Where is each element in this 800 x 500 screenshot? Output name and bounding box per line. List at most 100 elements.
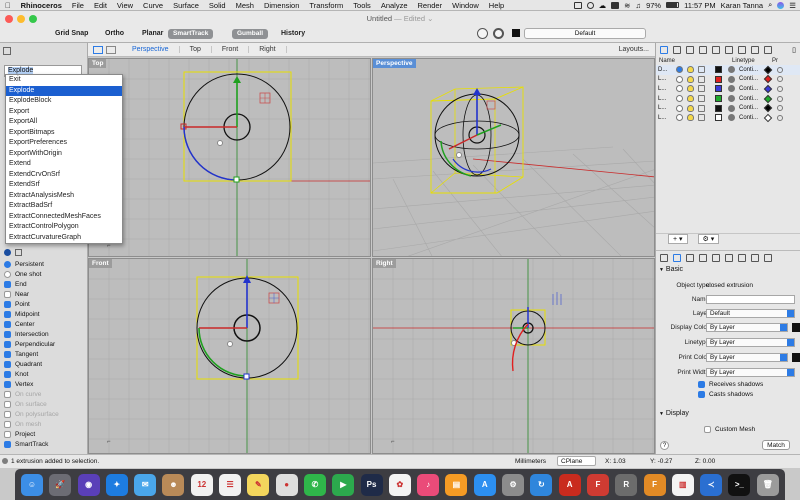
volume-icon[interactable]: ♫ (635, 1, 641, 10)
single-view-layout-icon[interactable] (106, 45, 116, 54)
viewport-top[interactable]: Top ⌐ (88, 58, 371, 257)
rotation-arc-red[interactable] (511, 323, 529, 372)
osnap-checkbox[interactable] (4, 290, 11, 298)
current-layer-icon[interactable] (676, 66, 683, 74)
command-option[interactable]: ExportPreferences (6, 138, 122, 149)
command-option[interactable]: ExtractCurvatureGraph (6, 233, 122, 244)
layers-tab-icon[interactable] (660, 46, 668, 54)
named-views-tab-icon-2[interactable] (751, 253, 759, 262)
casts-shadows-checkbox[interactable] (698, 391, 705, 398)
osnap-midpoint[interactable]: Midpoint (4, 309, 86, 319)
planar-toggle[interactable]: Planar (142, 30, 163, 37)
osnap-checkbox[interactable] (4, 320, 11, 328)
receives-shadows-option[interactable]: Receives shadows (698, 381, 763, 388)
receives-shadows-checkbox[interactable] (698, 381, 705, 388)
osnap-on-polysurface[interactable]: On polysurface (4, 409, 86, 419)
menu-file[interactable]: File (67, 1, 89, 10)
basic-section-header[interactable]: ▼ Basic (659, 266, 683, 273)
itunes-icon[interactable]: ♪ (417, 473, 440, 496)
layer-linetype[interactable]: Conti... (739, 115, 761, 121)
files-icon[interactable]: ▥ (671, 473, 694, 496)
ibooks-icon[interactable]: ▤ (445, 473, 468, 496)
battery-icon[interactable] (666, 2, 680, 8)
siri-icon[interactable] (777, 1, 785, 9)
layer-linetype[interactable]: Conti... (739, 67, 761, 73)
layer-print-width-icon[interactable] (777, 105, 783, 112)
display-tab-icon[interactable] (712, 46, 720, 54)
layer-visibility-icon[interactable] (687, 104, 694, 112)
layer-material-icon[interactable] (728, 114, 735, 122)
osnap-near[interactable]: Near (4, 289, 86, 299)
current-layer-dropdown[interactable]: Default (524, 28, 646, 39)
ortho-toggle[interactable]: Ortho (105, 30, 124, 37)
gumball-toggle[interactable]: Gumball (232, 29, 269, 39)
viewport-label[interactable]: Top (89, 59, 107, 68)
reminders-icon[interactable]: ☰ (219, 473, 242, 496)
osnap-quadrant[interactable]: Quadrant (4, 359, 86, 369)
layer-visibility-icon[interactable] (687, 85, 694, 93)
render-tab-icon[interactable] (738, 46, 746, 54)
layer-print-color[interactable] (763, 84, 773, 94)
osnap-mode-persistent[interactable]: Persistent (4, 259, 86, 269)
menu-tools[interactable]: Tools (348, 1, 376, 10)
print-color-dropdown[interactable]: By Layer (706, 353, 788, 362)
viewport-right[interactable]: Right ⌐ (372, 258, 655, 454)
siri-icon[interactable]: ◉ (77, 473, 100, 496)
layer-row[interactable]: L... Conti... (656, 113, 800, 123)
tab-right[interactable]: Right (249, 46, 287, 53)
current-layer-icon[interactable] (676, 95, 683, 103)
layer-color-swatch[interactable] (715, 114, 722, 122)
layer-material-icon[interactable] (728, 85, 735, 93)
help-button[interactable]: ? (660, 441, 669, 450)
osnap-checkbox[interactable] (4, 300, 11, 308)
menu-help[interactable]: Help (484, 1, 509, 10)
layouts-button[interactable]: Layouts... (619, 46, 655, 53)
current-layer-icon[interactable] (676, 85, 683, 93)
spotlight-icon[interactable]: ⌕ (768, 0, 772, 10)
layer-name[interactable]: L... (658, 105, 676, 111)
layer-print-color[interactable] (763, 65, 773, 75)
layer-linetype[interactable]: Conti... (739, 105, 761, 111)
command-option[interactable]: Extend (6, 159, 122, 170)
layer-lock-icon[interactable] (698, 114, 705, 122)
osnap-panel-icon[interactable] (4, 249, 11, 256)
print-width-dropdown[interactable]: By Layer (706, 368, 795, 377)
sync-icon[interactable]: ↻ (530, 473, 553, 496)
viewport-perspective[interactable]: Perspective (372, 58, 655, 257)
gumball-scale-dot[interactable] (227, 341, 233, 347)
osnap-on-curve[interactable]: On curve (4, 389, 86, 399)
trash-icon[interactable]: 🗑 (756, 473, 779, 496)
layer-row[interactable]: L... Conti... (656, 84, 800, 94)
layer-row[interactable]: D... Conti... (656, 65, 800, 75)
add-layer-button[interactable]: + ▾ (668, 234, 688, 244)
plane-handle-cross[interactable] (269, 293, 279, 303)
facetime-icon[interactable]: ▶ (332, 473, 355, 496)
gumball-handle-bottom[interactable] (243, 373, 250, 380)
menu-view[interactable]: View (112, 1, 138, 10)
custom-mesh-option[interactable]: Custom Mesh (704, 426, 755, 433)
layer-name[interactable]: L... (658, 115, 676, 121)
acrobat-icon[interactable]: A (558, 473, 581, 496)
menu-dimension[interactable]: Dimension (259, 1, 304, 10)
layer-linetype[interactable]: Conti... (739, 86, 761, 92)
osnap-checkbox[interactable] (4, 410, 11, 418)
command-option[interactable]: Exit (6, 75, 122, 86)
osnap-checkbox[interactable] (4, 360, 11, 368)
menu-transform[interactable]: Transform (304, 1, 348, 10)
chrome-icon[interactable]: ● (275, 473, 298, 496)
layer-material-icon[interactable] (728, 95, 735, 103)
layer-print-width-icon[interactable] (777, 76, 783, 83)
layer-lock-icon[interactable] (698, 95, 705, 103)
layer-visibility-icon[interactable] (687, 75, 694, 83)
command-option[interactable]: ExtractBadSrf (6, 201, 122, 212)
history-toggle[interactable]: History (281, 30, 305, 37)
launchpad-icon[interactable]: 🚀 (49, 473, 72, 496)
menu-analyze[interactable]: Analyze (376, 1, 413, 10)
light-tab-icon-2[interactable] (725, 253, 733, 262)
menubar-dark-icon[interactable] (611, 1, 620, 9)
layer-print-color[interactable] (763, 75, 773, 84)
units-indicator[interactable]: Millimeters (515, 458, 546, 465)
tab-top[interactable]: Top (180, 46, 212, 53)
osnap-point[interactable]: Point (4, 299, 86, 309)
layer-linetype[interactable]: Conti... (739, 76, 761, 82)
